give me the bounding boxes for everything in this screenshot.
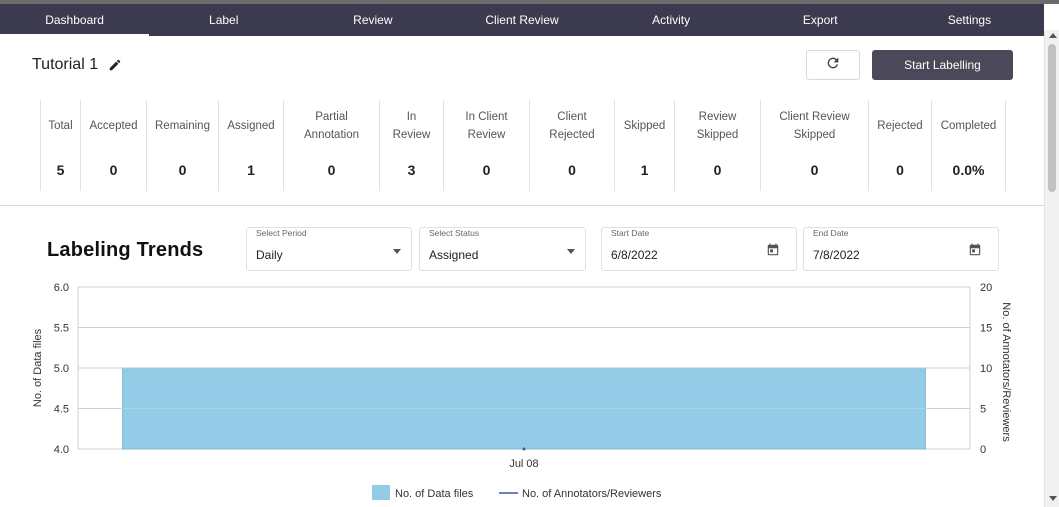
y-tick-label: 5.5: [54, 323, 69, 335]
select-status-label: Select Status: [429, 228, 480, 238]
start-date-field[interactable]: Start Date 6/8/2022: [601, 227, 797, 271]
stat-value: 5: [56, 162, 65, 178]
start-date-value: 6/8/2022: [611, 248, 658, 262]
stat-label: Accepted: [89, 120, 138, 132]
tab-settings[interactable]: Settings: [895, 4, 1044, 36]
y2-tick-label: 10: [980, 363, 992, 375]
stat-rejected: Rejected 0: [869, 100, 932, 191]
stat-value: 0: [713, 162, 722, 178]
project-summary-card: Tutorial 1 Start Labelling Total 5 Accep…: [0, 36, 1044, 206]
y2-axis-title: No. of Annotators/Reviewers: [1000, 302, 1012, 442]
stat-label: Review Skipped: [696, 111, 739, 141]
stat-in-client-review: In Client Review 0: [444, 100, 530, 191]
x-tick-label: Jul 08: [509, 458, 538, 470]
stat-in-review: In Review 3: [380, 100, 444, 191]
start-date-label: Start Date: [611, 228, 650, 238]
stat-value: 3: [407, 162, 416, 178]
tab-review[interactable]: Review: [298, 4, 447, 36]
top-navbar: Dashboard Label Review Client Review Act…: [0, 4, 1044, 36]
calendar-icon[interactable]: [968, 243, 982, 257]
select-period-value: Daily: [256, 248, 283, 262]
stat-value: 0.0%: [952, 162, 985, 178]
stat-value: 0: [178, 162, 187, 178]
end-date-field[interactable]: End Date 7/8/2022: [803, 227, 999, 271]
y-tick-label: 5.0: [54, 363, 69, 375]
select-period-label: Select Period: [256, 228, 307, 238]
stat-label: Rejected: [877, 120, 923, 132]
y-tick-label: 4.5: [54, 404, 69, 416]
y-tick-label: 6.0: [54, 282, 69, 294]
stat-label: Total: [48, 120, 73, 132]
stat-skipped: Skipped 1: [615, 100, 675, 191]
stat-client-rejected: Client Rejected 0: [530, 100, 615, 191]
stat-value: 0: [109, 162, 118, 178]
vertical-scrollbar[interactable]: [1044, 30, 1059, 507]
y2-tick-label: 20: [980, 282, 992, 294]
stat-label: In Client Review: [465, 111, 508, 141]
stat-value: 1: [247, 162, 255, 178]
scroll-up-arrow-icon[interactable]: [1049, 33, 1057, 38]
tab-label[interactable]: Label: [149, 4, 298, 36]
stat-value: 0: [482, 162, 491, 178]
pencil-icon[interactable]: [108, 58, 122, 72]
chevron-down-icon: [393, 249, 401, 254]
select-status-dropdown[interactable]: Select Status Assigned: [419, 227, 586, 271]
tab-client-review[interactable]: Client Review: [447, 4, 596, 36]
end-date-label: End Date: [813, 228, 849, 238]
chevron-down-icon: [567, 249, 575, 254]
end-date-value: 7/8/2022: [813, 248, 860, 262]
stat-value: 0: [896, 162, 904, 178]
labeling-trends-title: Labeling Trends: [47, 239, 204, 261]
project-title-row: Tutorial 1: [32, 56, 122, 74]
stat-completed: Completed 0.0%: [932, 100, 1006, 191]
stat-value: 0: [327, 162, 336, 178]
stat-review-skipped: Review Skipped 0: [675, 100, 761, 191]
y-axis-title: No. of Data files: [32, 328, 44, 407]
project-title: Tutorial 1: [32, 56, 99, 73]
tab-activity[interactable]: Activity: [597, 4, 746, 36]
stat-label: Partial Annotation: [304, 111, 359, 141]
stat-partial-annotation: Partial Annotation 0: [284, 100, 380, 191]
labeling-trends-chart: 6.0 5.5 5.0 4.5 4.0 20 15 10 5 0 Jul 08 No. of Data…: [0, 280, 1044, 507]
legend-swatch-data-files: [372, 485, 390, 500]
stat-value: 1: [640, 162, 649, 178]
tab-dashboard[interactable]: Dashboard: [0, 4, 150, 36]
y2-tick-label: 5: [980, 404, 986, 416]
tab-export[interactable]: Export: [746, 4, 895, 36]
scroll-down-arrow-icon[interactable]: [1049, 496, 1057, 501]
stat-label: Client Rejected: [549, 111, 595, 141]
legend-label-annotators: No. of Annotators/Reviewers: [522, 488, 662, 500]
stat-remaining: Remaining 0: [147, 100, 219, 191]
stat-assigned: Assigned 1: [219, 100, 284, 191]
stats-table: Total 5 Accepted 0 Remaining 0 Assigned …: [40, 100, 1006, 191]
stat-total: Total 5: [40, 100, 81, 191]
calendar-icon[interactable]: [766, 243, 780, 257]
stat-accepted: Accepted 0: [81, 100, 147, 191]
y2-tick-label: 15: [980, 323, 992, 335]
refresh-button[interactable]: [806, 50, 860, 80]
select-period-dropdown[interactable]: Select Period Daily: [246, 227, 412, 271]
refresh-icon: [825, 55, 841, 76]
scroll-thumb[interactable]: [1048, 44, 1056, 192]
stat-value: 0: [810, 162, 819, 178]
stat-label: Assigned: [227, 120, 275, 132]
legend-label-data-files: No. of Data files: [395, 488, 474, 500]
y2-tick-label: 0: [980, 444, 986, 456]
stat-client-review-skipped: Client Review Skipped 0: [761, 100, 869, 191]
select-status-value: Assigned: [429, 248, 479, 262]
stat-label: Remaining: [155, 120, 210, 132]
line-point-annotators: [522, 447, 526, 451]
y-tick-label: 4.0: [54, 444, 69, 456]
stat-label: Client Review Skipped: [779, 111, 850, 141]
stat-label: In Review: [392, 111, 431, 141]
stat-value: 0: [568, 162, 576, 178]
stat-label: Completed: [940, 120, 997, 132]
chart-svg: 6.0 5.5 5.0 4.5 4.0 20 15 10 5 0 Jul 08 No. of Data…: [32, 282, 1012, 500]
stat-label: Skipped: [623, 120, 666, 132]
start-labelling-button[interactable]: Start Labelling: [872, 50, 1013, 80]
